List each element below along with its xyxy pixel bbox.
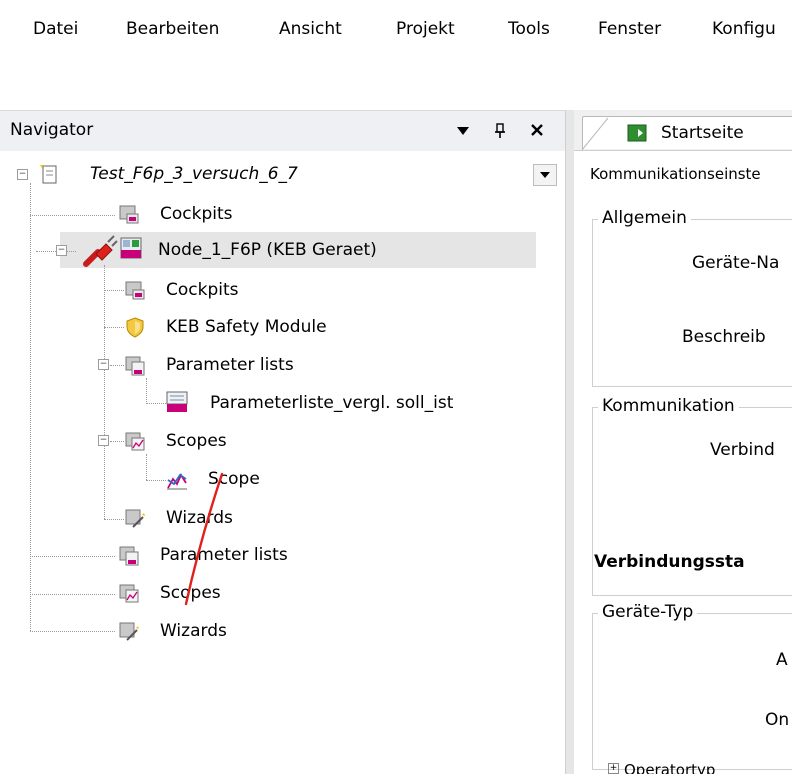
tree-line [146, 454, 147, 480]
menu-bar: Datei Bearbeiten Ansicht Projekt Tools F… [0, 0, 792, 62]
collapse-toggle[interactable]: − [98, 359, 109, 370]
tree-line [104, 519, 124, 520]
group-title-kommunikation: Kommunikation [598, 396, 739, 416]
group-title-geraetetyp: Geräte-Typ [598, 602, 698, 622]
tree-line [104, 290, 124, 291]
pin-icon[interactable] [494, 123, 506, 139]
label-verbindung: Verbind [710, 440, 775, 460]
settings-heading: Kommunikationseinste [590, 165, 761, 183]
project-file-icon [40, 165, 57, 184]
tree-line [146, 378, 147, 404]
tree-line [30, 631, 115, 632]
tree-line [30, 215, 115, 216]
menu-ansicht[interactable]: Ansicht [279, 19, 342, 39]
navigator-header: Navigator [0, 110, 565, 152]
menu-datei[interactable]: Datei [33, 19, 78, 39]
tree-line [146, 403, 166, 404]
group-allgemein [592, 219, 792, 387]
tree-item-wizards[interactable]: Wizards [160, 621, 227, 641]
menu-bearbeiten[interactable]: Bearbeiten [126, 19, 219, 39]
tab-label: Startseite [661, 123, 744, 143]
label-on: On [765, 710, 790, 730]
tab-slant-decoration [581, 117, 609, 150]
tree-item-node[interactable]: Node_1_F6P (KEB Geraet) [158, 240, 377, 260]
tree-line [146, 480, 166, 481]
collapse-toggle[interactable]: − [17, 169, 28, 180]
tree-line [104, 265, 105, 519]
tree-line [30, 183, 31, 631]
scopes-icon [125, 432, 145, 451]
collapse-toggle[interactable]: − [98, 435, 109, 446]
menu-tools[interactable]: Tools [508, 19, 550, 39]
tree-line [110, 441, 124, 442]
tree-item-parameter-lists[interactable]: Parameter lists [166, 355, 294, 375]
tree-item-parameterliste[interactable]: Parameterliste_vergl. soll_ist [210, 393, 453, 413]
tree-line [30, 594, 115, 595]
tree-item-cockpits[interactable]: Cockpits [166, 280, 239, 300]
menu-projekt[interactable]: Projekt [396, 19, 455, 39]
tree-item-safety-module[interactable]: KEB Safety Module [166, 317, 327, 337]
dropdown-arrow-icon [540, 172, 550, 178]
tree-item-cockpits[interactable]: Cockpits [160, 204, 233, 224]
group-geraetetyp [592, 613, 792, 770]
scopes-icon [119, 584, 139, 603]
cockpit-icon [125, 281, 145, 300]
chevron-down-icon[interactable] [456, 125, 470, 137]
wizard-icon [119, 622, 139, 641]
collapse-toggle[interactable]: − [56, 245, 67, 256]
red-annotation-stroke [184, 472, 224, 606]
tree-item-project[interactable]: Test_F6p_3_versuch_6_7 [90, 164, 298, 184]
label-operatortyp: Operatortyp [624, 761, 716, 774]
plug-icon [83, 235, 118, 267]
tree-line [110, 365, 124, 366]
label-verbindungsstatus: Verbindungssta [594, 552, 745, 572]
group-title-allgemein: Allgemein [598, 208, 691, 228]
label-beschreibung: Beschreib [682, 327, 766, 347]
keb-device-icon [120, 237, 142, 259]
label-geraete-name: Geräte-Na [692, 253, 780, 273]
navigator-title: Navigator [10, 120, 94, 140]
menu-konfiguration[interactable]: Konfigu [712, 19, 776, 39]
close-icon[interactable] [530, 123, 544, 137]
tree-line [30, 556, 115, 557]
toolbar [0, 72, 792, 178]
navigator-dropdown[interactable] [533, 164, 557, 186]
label-a: A [776, 650, 788, 670]
shield-icon [126, 317, 144, 338]
tree-item-scopes[interactable]: Scopes [166, 431, 227, 451]
parameter-list-icon [125, 356, 145, 376]
parameter-list-icon [119, 546, 139, 566]
tree-line [104, 327, 124, 328]
expand-toggle[interactable]: + [608, 763, 619, 774]
cockpit-icon [119, 205, 139, 224]
keb-parameter-icon [166, 391, 188, 412]
start-arrow-icon [627, 124, 647, 142]
wizard-icon [125, 509, 145, 528]
menu-fenster[interactable]: Fenster [598, 19, 661, 39]
